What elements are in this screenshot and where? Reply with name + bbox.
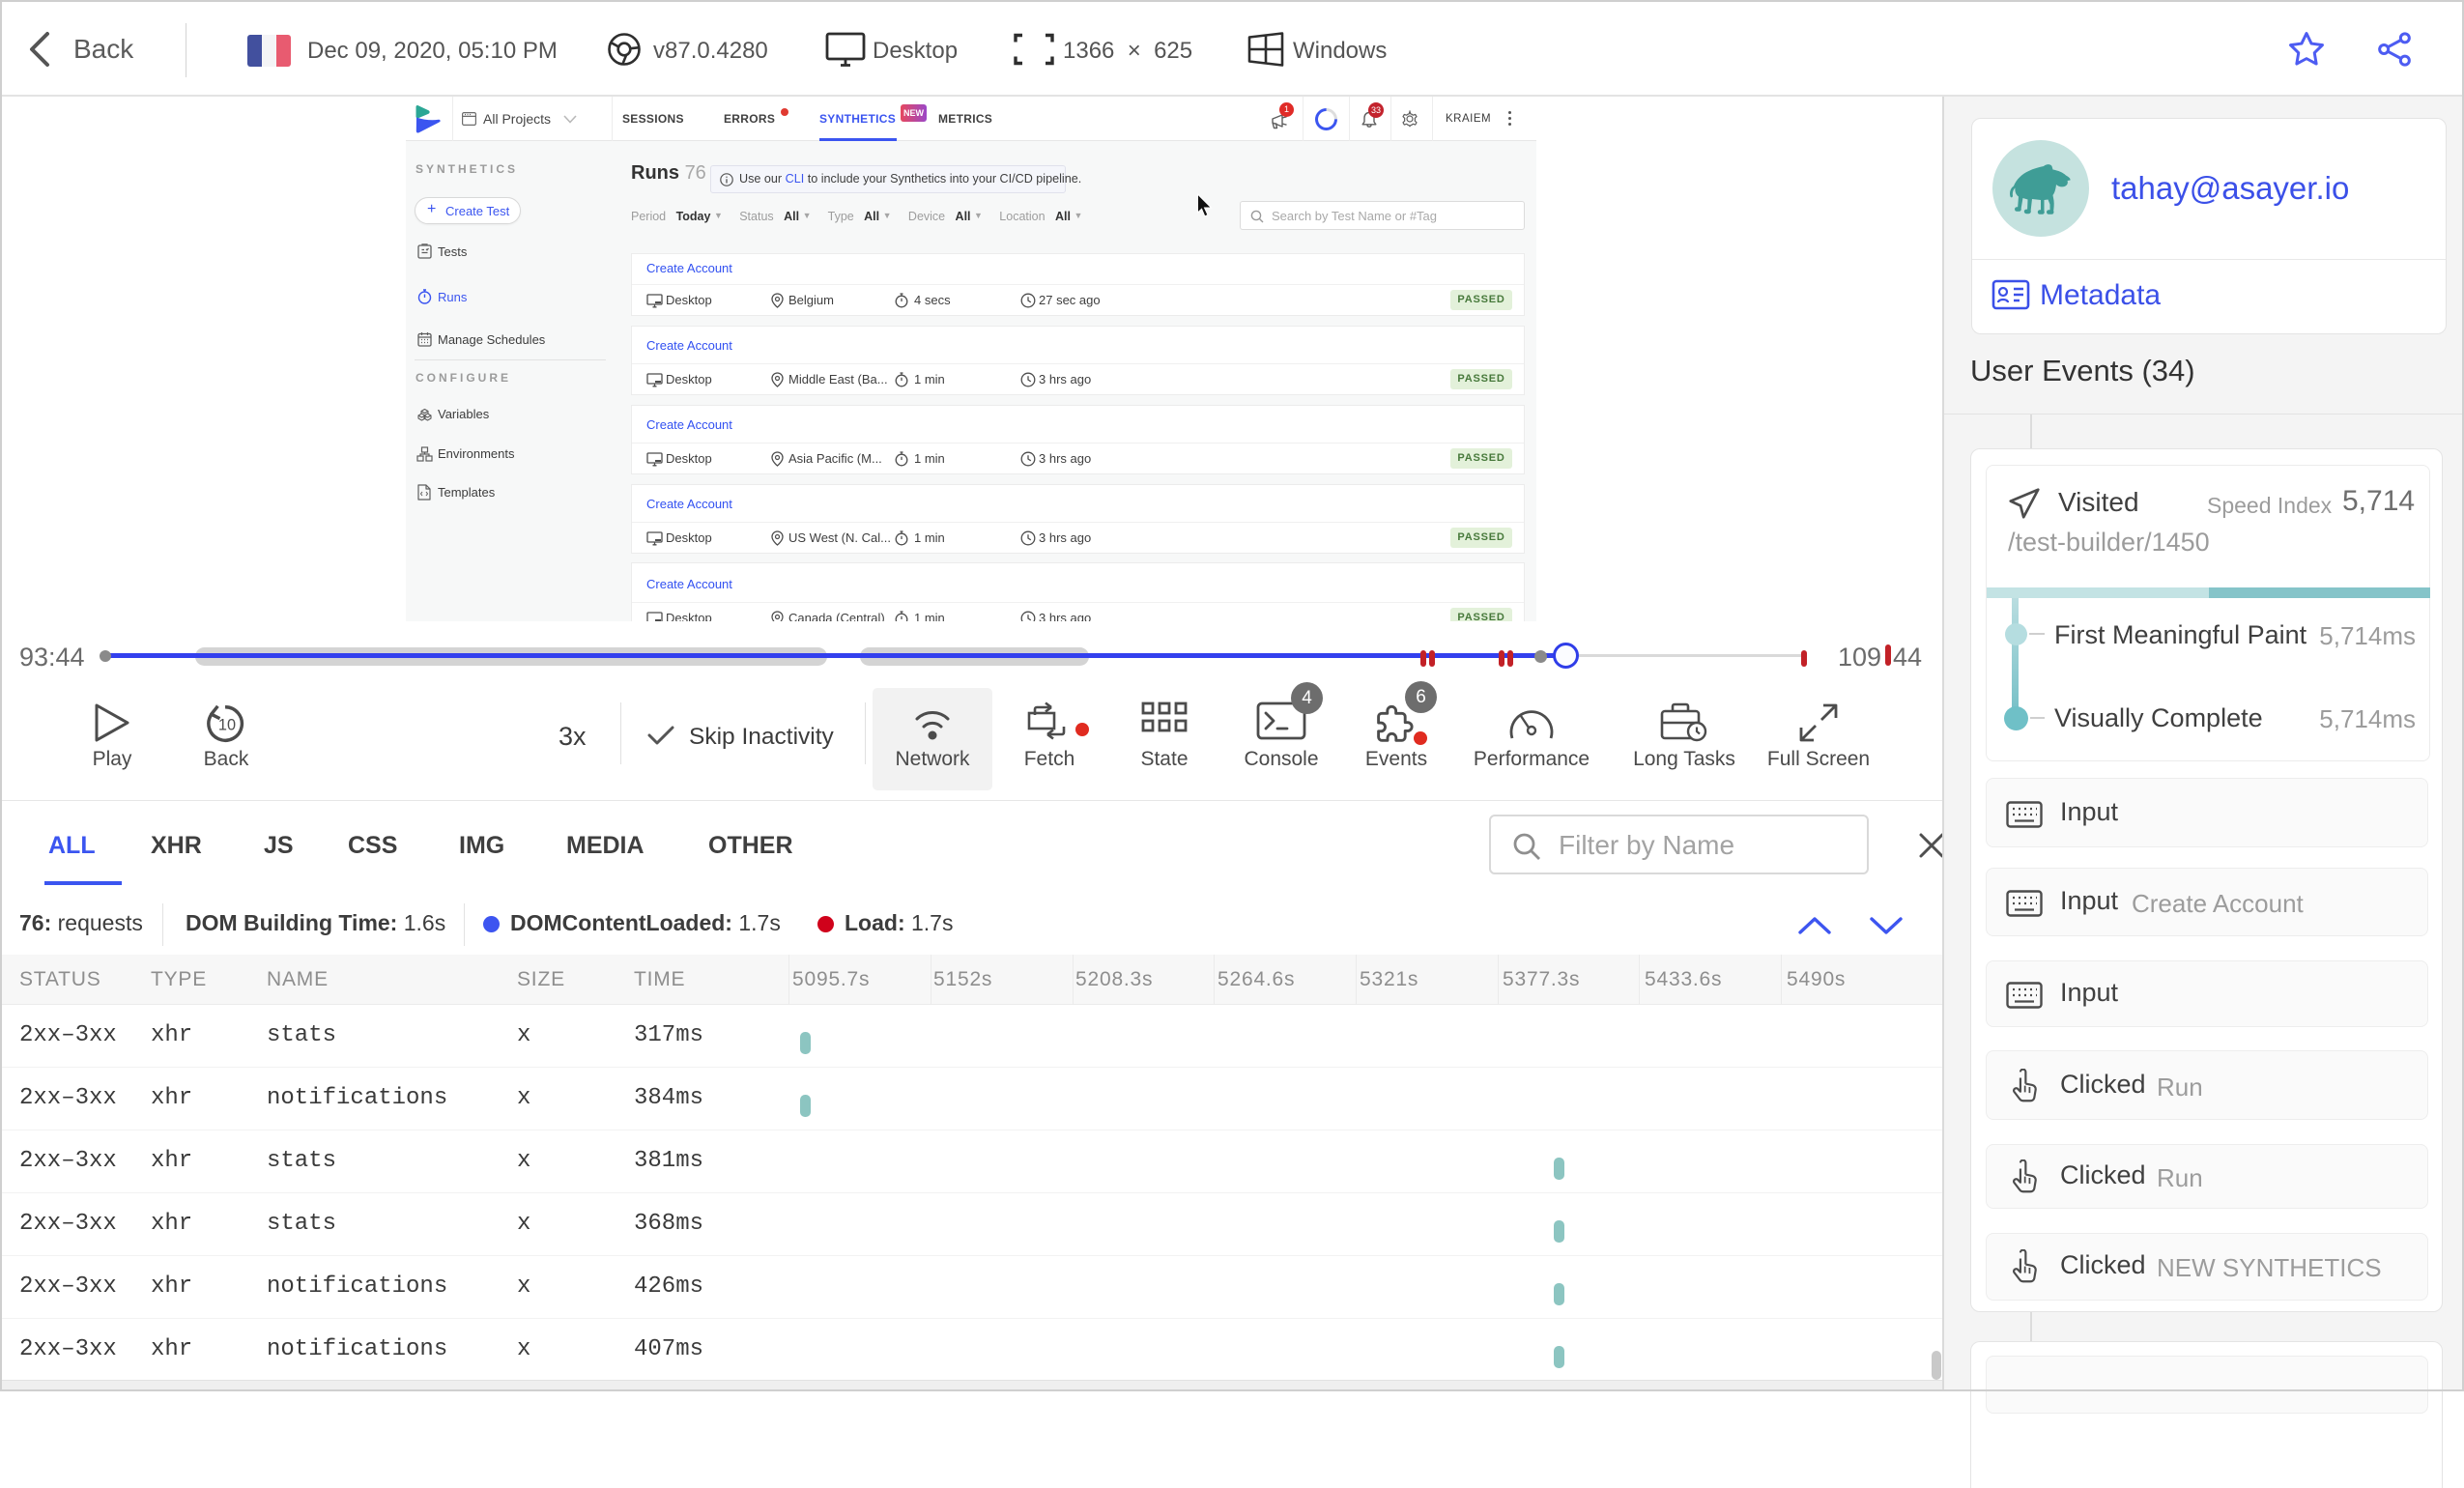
svg-text:10: 10 bbox=[218, 717, 236, 734]
